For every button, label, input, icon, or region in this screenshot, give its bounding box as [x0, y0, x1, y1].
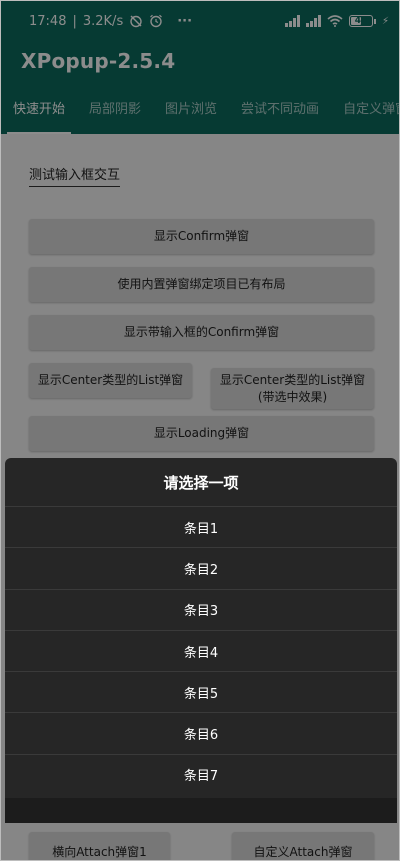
list-item[interactable]: 条目3 [5, 588, 397, 630]
list-item[interactable]: 条目1 [5, 506, 397, 547]
list-item[interactable]: 条目7 [5, 753, 397, 795]
bottom-sheet-footer [5, 798, 397, 823]
phone-screen: 17:48 | 3.2K/s ··· 40 ⚡ XPopup-2.5.4 快速开… [0, 0, 400, 861]
bottom-sheet-list: 请选择一项 条目1 条目2 条目3 条目4 条目5 条目6 条目7 [5, 458, 397, 823]
list-item[interactable]: 条目5 [5, 671, 397, 712]
bottom-sheet-title: 请选择一项 [163, 473, 239, 492]
list-item[interactable]: 条目2 [5, 547, 397, 588]
list-item[interactable]: 条目4 [5, 629, 397, 671]
list-item[interactable]: 条目6 [5, 712, 397, 753]
